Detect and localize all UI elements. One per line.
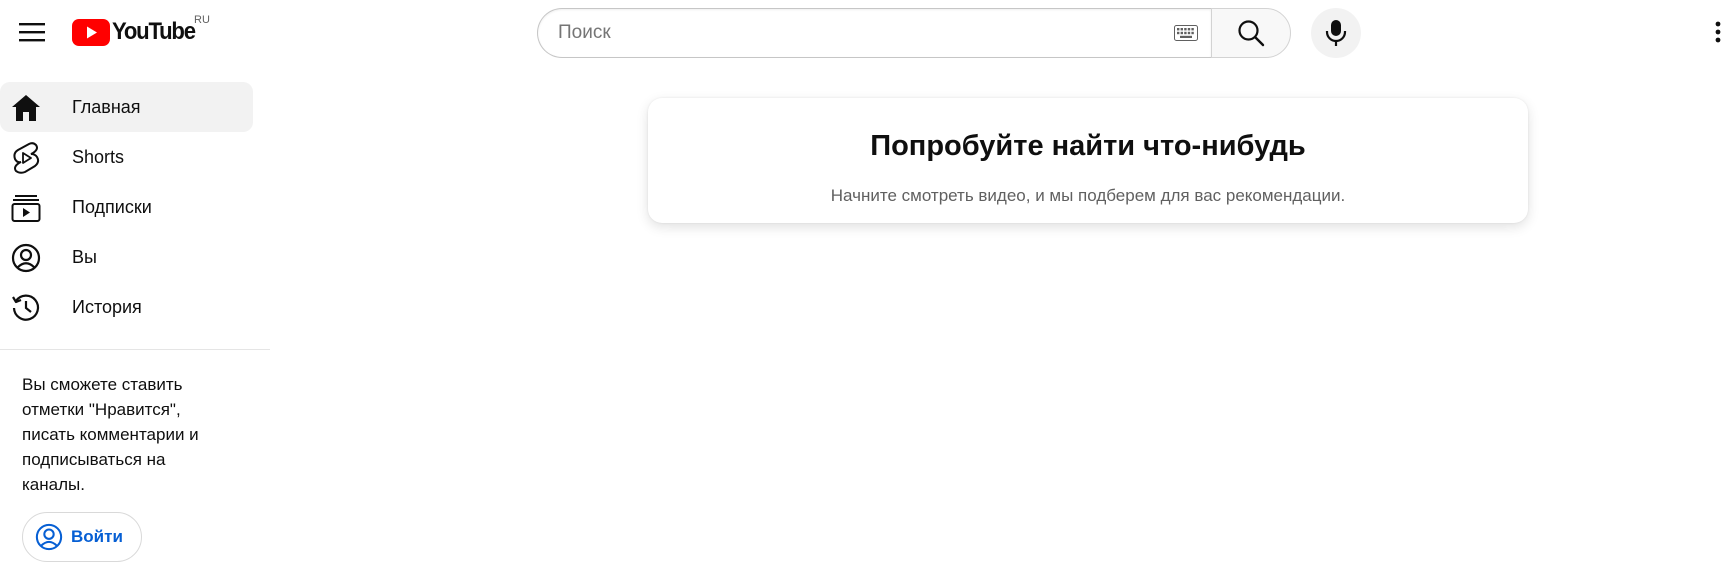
empty-feed-title: Попробуйте найти что-нибудь	[870, 130, 1306, 162]
sidebar-item-history[interactable]: История	[0, 282, 253, 332]
sidebar-item-you[interactable]: Вы	[0, 232, 253, 282]
empty-feed-card: Попробуйте найти что-нибудь Начните смот…	[648, 98, 1528, 223]
shorts-icon	[11, 142, 41, 174]
sidebar-item-label: Главная	[72, 96, 141, 117]
voice-search-button[interactable]	[1311, 8, 1361, 58]
settings-more-button[interactable]	[1696, 10, 1732, 54]
home-icon	[11, 93, 41, 123]
empty-feed-subtitle: Начните смотреть видео, и мы подберем дл…	[830, 186, 1346, 205]
search-button[interactable]	[1211, 8, 1291, 58]
subscriptions-icon	[11, 193, 41, 223]
sidebar-item-label: Подписки	[72, 196, 152, 217]
top-bar: YouTube RU	[0, 0, 1732, 64]
youtube-logo[interactable]: YouTube	[72, 16, 202, 48]
account-circle-icon	[35, 523, 63, 551]
more-vertical-icon	[1715, 21, 1721, 43]
keyboard-icon[interactable]	[1173, 24, 1199, 42]
sidebar-item-label: Вы	[72, 246, 97, 267]
logo-text: YouTube	[112, 18, 196, 45]
youtube-play-logo-icon	[72, 18, 110, 46]
signin-button[interactable]: Войти	[22, 512, 142, 562]
sidebar-item-shorts[interactable]: Shorts	[0, 132, 253, 182]
search-input[interactable]	[558, 22, 1173, 44]
sidebar-item-home[interactable]: Главная	[0, 82, 253, 132]
search-bar	[537, 8, 1291, 58]
microphone-icon	[1325, 20, 1347, 46]
signin-button-label: Войти	[71, 527, 123, 546]
signin-prompt: Вы сможете ставить отметки "Нравится", п…	[22, 375, 199, 494]
history-icon	[11, 293, 41, 323]
search-box	[537, 8, 1211, 58]
sidebar-item-label: История	[72, 296, 142, 317]
menu-button[interactable]	[8, 8, 56, 56]
country-code: RU	[194, 14, 210, 26]
sidebar-divider	[0, 349, 270, 350]
sidebar-item-label: Shorts	[72, 146, 125, 167]
sidebar: Главная Shorts Подписки Вы История	[0, 82, 270, 332]
search-icon	[1238, 20, 1265, 47]
sidebar-item-subscriptions[interactable]: Подписки	[0, 182, 253, 232]
account-circle-icon	[11, 243, 41, 273]
hamburger-menu-icon	[19, 23, 45, 42]
